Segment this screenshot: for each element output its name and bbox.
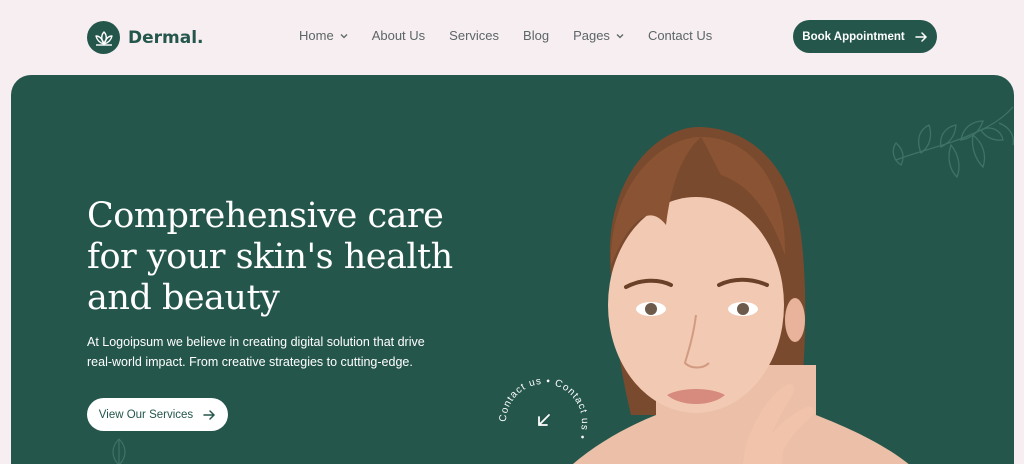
arrow-right-icon bbox=[914, 31, 927, 42]
arrow-down-left-icon bbox=[538, 414, 550, 426]
hero-section: Comprehensive care for your skin's healt… bbox=[11, 75, 1014, 464]
nav-item-label: Blog bbox=[523, 28, 550, 43]
hero-title: Comprehensive care for your skin's healt… bbox=[87, 196, 467, 319]
nav-item-label: Home bbox=[299, 28, 334, 43]
book-appointment-button[interactable]: Book Appointment bbox=[793, 20, 937, 53]
chevron-down-icon bbox=[616, 33, 624, 38]
main-nav: Home About Us Services Blog Pages Contac… bbox=[299, 28, 736, 43]
nav-item-about[interactable]: About Us bbox=[372, 28, 425, 43]
nav-item-contact[interactable]: Contact Us bbox=[648, 28, 712, 43]
site-header: Dermal. Home About Us Services Blog Page… bbox=[0, 0, 1024, 74]
nav-item-blog[interactable]: Blog bbox=[523, 28, 549, 43]
nav-item-label: About Us bbox=[371, 28, 426, 43]
woman-portrait-image bbox=[573, 126, 909, 464]
book-appointment-label: Book Appointment bbox=[802, 30, 905, 43]
arrow-right-icon bbox=[203, 409, 215, 420]
hero-title-line: for your skin's health bbox=[87, 237, 453, 277]
nav-item-label: Services bbox=[449, 28, 500, 43]
lotus-icon bbox=[87, 21, 120, 54]
view-services-label: View Our Services bbox=[98, 408, 194, 421]
nav-item-pages[interactable]: Pages bbox=[573, 28, 624, 43]
hero-description: At Logoipsum we believe in creating digi… bbox=[87, 332, 447, 372]
brand-name: Dermal. bbox=[128, 27, 204, 48]
hero-title-line: and beauty bbox=[87, 278, 280, 318]
view-services-button[interactable]: View Our Services bbox=[87, 398, 228, 431]
brand-logo[interactable]: Dermal. bbox=[87, 21, 204, 54]
contact-us-badge[interactable]: Contact us • Contact us • bbox=[497, 375, 591, 464]
chevron-down-icon bbox=[340, 33, 348, 38]
contact-badge-text: Contact us • Contact us • bbox=[498, 376, 589, 441]
hero-description-line: real-world impact. From creative strateg… bbox=[87, 355, 413, 369]
nav-item-home[interactable]: Home bbox=[299, 28, 348, 43]
small-leaf-icon bbox=[112, 438, 126, 464]
nav-item-label: Contact Us bbox=[647, 28, 713, 43]
hero-title-line: Comprehensive care bbox=[87, 196, 444, 236]
nav-item-label: Pages bbox=[573, 28, 610, 43]
svg-text:Contact us • Contact us •: Contact us • Contact us • bbox=[498, 376, 590, 441]
nav-item-services[interactable]: Services bbox=[449, 28, 499, 43]
hero-description-line: At Logoipsum we believe in creating digi… bbox=[87, 335, 425, 349]
